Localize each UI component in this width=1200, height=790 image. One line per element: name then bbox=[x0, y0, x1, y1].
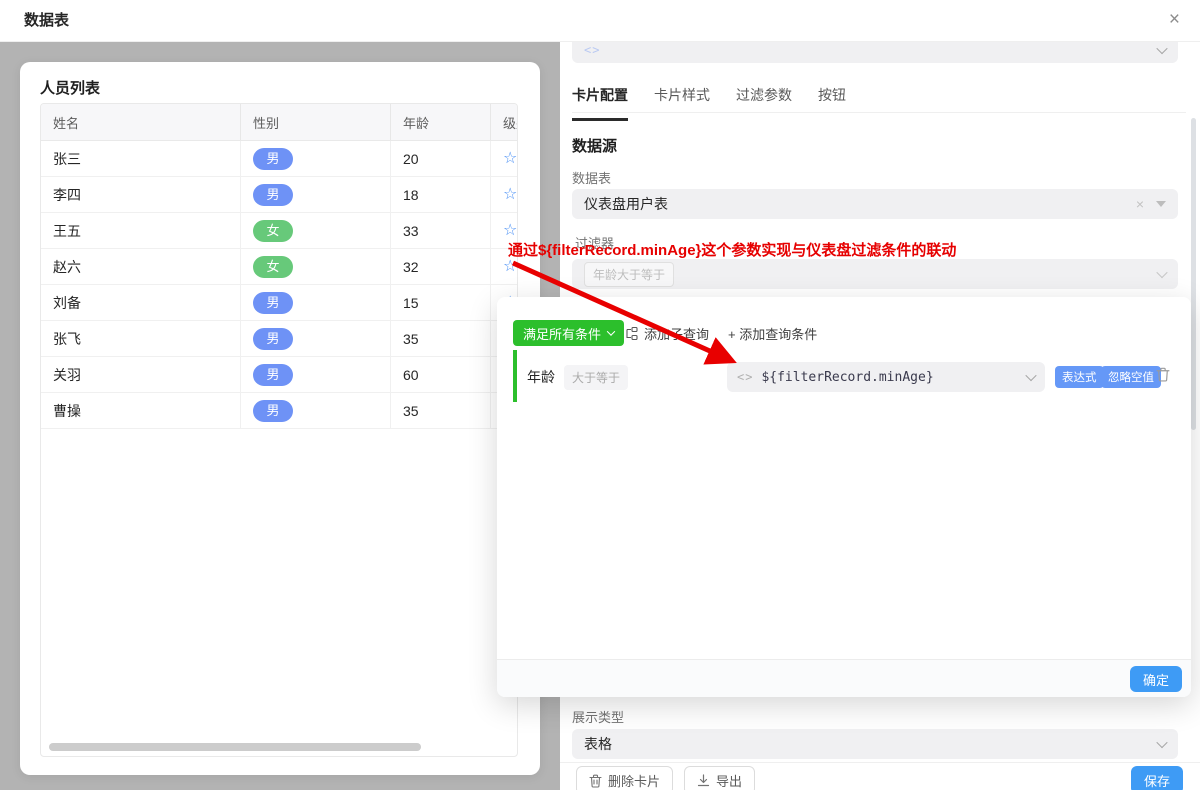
filter-select[interactable]: 年龄大于等于 bbox=[572, 259, 1178, 289]
match-mode-button[interactable]: 满足所有条件 bbox=[513, 320, 624, 346]
display-type-value: 表格 bbox=[584, 734, 612, 754]
tab-filter-params[interactable]: 过滤参数 bbox=[736, 85, 792, 121]
delete-condition-icon[interactable] bbox=[1156, 367, 1170, 382]
cell-name: 曹操 bbox=[41, 393, 241, 428]
cell-name: 张三 bbox=[41, 141, 241, 176]
condition-group-bar bbox=[513, 350, 517, 402]
cell-age: 20 bbox=[391, 141, 491, 176]
code-icon: <> bbox=[584, 43, 600, 57]
chevron-down-icon bbox=[607, 327, 615, 335]
datasource-heading: 数据源 bbox=[572, 135, 617, 156]
column-header-name: 姓名 bbox=[41, 104, 241, 140]
column-header-gender: 性别 bbox=[241, 104, 391, 140]
popup-footer: 确定 bbox=[497, 659, 1191, 697]
table-row: 关羽 男 60 ☆ bbox=[41, 357, 518, 393]
table-row: 张三 男 20 ☆ bbox=[41, 141, 518, 177]
condition-value-text: ${filterRecord.minAge} bbox=[761, 370, 1019, 385]
add-condition-button[interactable]: + 添加查询条件 bbox=[728, 320, 817, 346]
trash-icon bbox=[589, 774, 602, 788]
cell-age: 15 bbox=[391, 285, 491, 320]
table-row: 曹操 男 35 ☆ bbox=[41, 393, 518, 429]
table-row: 赵六 女 32 ☆ bbox=[41, 249, 518, 285]
tab-button[interactable]: 按钮 bbox=[818, 85, 846, 121]
card-title: 人员列表 bbox=[40, 77, 100, 98]
cell-name: 刘备 bbox=[41, 285, 241, 320]
gender-pill: 女 bbox=[253, 220, 293, 242]
display-type-select[interactable]: 表格 bbox=[572, 729, 1178, 759]
star-icon[interactable]: ☆ bbox=[503, 187, 517, 203]
chevron-down-icon bbox=[1025, 370, 1036, 381]
cell-age: 33 bbox=[391, 213, 491, 248]
close-icon[interactable]: × bbox=[1169, 0, 1180, 40]
people-list-card: 人员列表 姓名 性别 年龄 级别 张三 男 20 ☆ 李四 男 18 ☆ 王五 … bbox=[20, 62, 540, 775]
tab-card-style[interactable]: 卡片样式 bbox=[654, 85, 710, 121]
cell-name: 张飞 bbox=[41, 321, 241, 356]
cell-name: 关羽 bbox=[41, 357, 241, 392]
filter-chip: 年龄大于等于 bbox=[584, 262, 674, 287]
clear-icon[interactable]: × bbox=[1136, 196, 1144, 212]
cell-age: 60 bbox=[391, 357, 491, 392]
gender-pill: 女 bbox=[253, 256, 293, 278]
table-row: 张飞 男 35 ☆ bbox=[41, 321, 518, 357]
cell-name: 赵六 bbox=[41, 249, 241, 284]
condition-row: 年龄 大于等于 bbox=[527, 362, 628, 392]
cell-age: 18 bbox=[391, 177, 491, 212]
table-body: 张三 男 20 ☆ 李四 男 18 ☆ 王五 女 33 ☆ 赵六 女 32 ☆ … bbox=[41, 141, 517, 429]
table-row: 刘备 男 15 ☆ bbox=[41, 285, 518, 321]
window-title: 数据表 bbox=[24, 0, 69, 42]
tabs-divider bbox=[572, 112, 1186, 113]
display-type-label: 展示类型 bbox=[572, 707, 624, 726]
cell-age: 35 bbox=[391, 321, 491, 356]
gender-pill: 男 bbox=[253, 184, 293, 206]
gender-pill: 男 bbox=[253, 148, 293, 170]
save-button[interactable]: 保存 bbox=[1131, 766, 1183, 790]
condition-value-input[interactable]: <> ${filterRecord.minAge} bbox=[727, 362, 1045, 392]
subquery-tree-icon bbox=[625, 327, 639, 340]
confirm-button[interactable]: 确定 bbox=[1130, 666, 1182, 692]
column-header-level: 级别 bbox=[491, 104, 518, 140]
caret-down-icon bbox=[1156, 201, 1166, 207]
datasheet-select-value: 仪表盘用户表 bbox=[584, 194, 668, 214]
chevron-down-icon bbox=[1156, 42, 1167, 53]
window-titlebar: 数据表 × bbox=[0, 0, 1200, 42]
cell-name: 王五 bbox=[41, 213, 241, 248]
cell-age: 35 bbox=[391, 393, 491, 428]
panel-scrollbar[interactable] bbox=[1191, 118, 1196, 430]
gender-pill: 男 bbox=[253, 400, 293, 422]
star-icon[interactable]: ☆ bbox=[503, 151, 517, 167]
star-icon[interactable]: ☆ bbox=[503, 223, 517, 239]
gender-pill: 男 bbox=[253, 364, 293, 386]
table-row: 王五 女 33 ☆ bbox=[41, 213, 518, 249]
query-condition-popup: 满足所有条件 添加子查询 + 添加查询条件 年龄 大于等于 <> ${filte… bbox=[497, 297, 1191, 697]
gender-pill: 男 bbox=[253, 292, 293, 314]
table-row: 李四 男 18 ☆ bbox=[41, 177, 518, 213]
datasheet-select[interactable]: 仪表盘用户表 × bbox=[572, 189, 1178, 219]
table-header-row: 姓名 性别 年龄 级别 bbox=[41, 104, 518, 141]
star-icon[interactable]: ☆ bbox=[503, 259, 517, 275]
gender-pill: 男 bbox=[253, 328, 293, 350]
code-icon: <> bbox=[737, 370, 753, 384]
horizontal-scrollbar[interactable] bbox=[49, 743, 421, 751]
chevron-down-icon bbox=[1156, 737, 1167, 748]
expression-badge[interactable]: 表达式 bbox=[1055, 366, 1104, 388]
export-button[interactable]: 导出 bbox=[684, 766, 755, 790]
delete-card-button[interactable]: 删除卡片 bbox=[576, 766, 673, 790]
column-header-age: 年龄 bbox=[391, 104, 491, 140]
config-tabs: 卡片配置 卡片样式 过滤参数 按钮 bbox=[572, 85, 846, 121]
datasheet-label: 数据表 bbox=[572, 168, 611, 187]
ignore-empty-badge[interactable]: 忽略空值 bbox=[1101, 366, 1161, 388]
condition-field: 年龄 bbox=[527, 367, 555, 387]
footer-divider bbox=[560, 762, 1200, 763]
annotation-text: 通过${filterRecord.minAge}这个参数实现与仪表盘过滤条件的联… bbox=[508, 239, 956, 260]
cell-name: 李四 bbox=[41, 177, 241, 212]
cell-age: 32 bbox=[391, 249, 491, 284]
chevron-down-icon bbox=[1156, 267, 1167, 278]
condition-operator-chip[interactable]: 大于等于 bbox=[564, 365, 628, 390]
add-subquery-button[interactable]: 添加子查询 bbox=[625, 320, 709, 346]
tab-card-config[interactable]: 卡片配置 bbox=[572, 85, 628, 121]
download-icon bbox=[697, 774, 710, 787]
people-table: 姓名 性别 年龄 级别 张三 男 20 ☆ 李四 男 18 ☆ 王五 女 33 … bbox=[40, 103, 518, 757]
